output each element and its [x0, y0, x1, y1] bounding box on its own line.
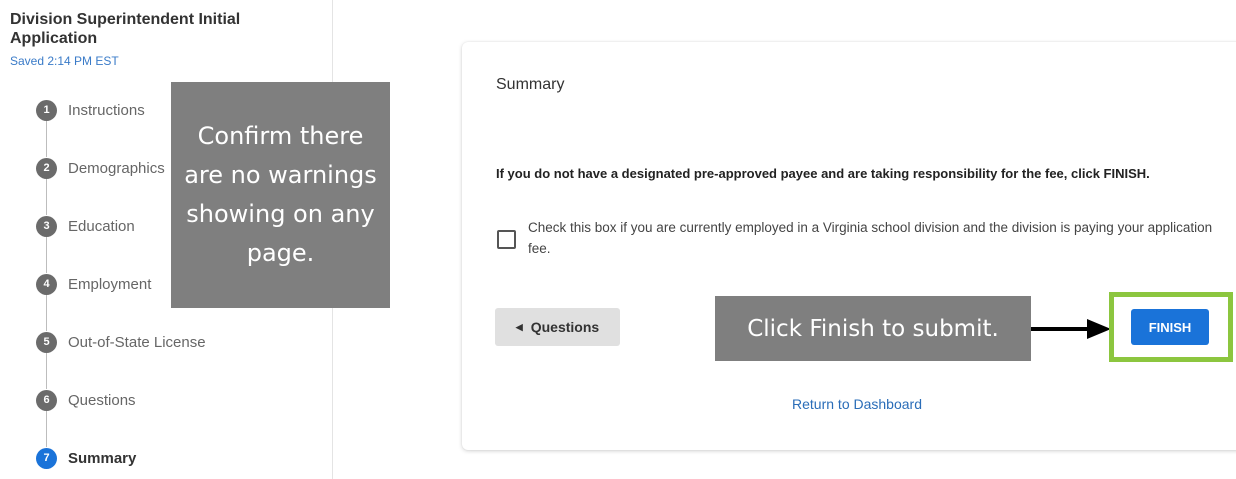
step-label: Employment	[68, 275, 152, 293]
back-to-questions-button[interactable]: ◀ Questions	[495, 308, 620, 346]
step-employment[interactable]: 4 Employment	[36, 273, 151, 295]
card-title: Summary	[496, 76, 565, 93]
instruction-callout-finish: Click Finish to submit.	[715, 296, 1031, 361]
instruction-callout-warnings: Confirm there are no warnings showing on…	[171, 82, 390, 308]
step-connector	[46, 353, 47, 389]
step-label: Out-of-State License	[68, 333, 206, 351]
step-connector	[46, 121, 47, 157]
step-number: 4	[36, 273, 57, 295]
summary-card: Summary If you do not have a designated …	[462, 42, 1236, 450]
step-connector	[46, 411, 47, 447]
step-number: 3	[36, 215, 57, 237]
step-out-of-state-license[interactable]: 5 Out-of-State License	[36, 331, 206, 353]
step-summary[interactable]: 7 Summary	[36, 447, 136, 469]
step-number: 7	[36, 447, 57, 469]
step-label: Instructions	[68, 101, 145, 119]
step-number: 6	[36, 389, 57, 411]
step-instructions[interactable]: 1 Instructions	[36, 99, 145, 121]
step-label: Summary	[68, 449, 137, 467]
step-connector	[46, 179, 47, 215]
step-education[interactable]: 3 Education	[36, 215, 135, 237]
step-label: Questions	[68, 391, 136, 409]
step-connector	[46, 237, 47, 273]
step-demographics[interactable]: 2 Demographics	[36, 157, 165, 179]
step-number: 2	[36, 157, 57, 179]
finish-button[interactable]: FINISH	[1131, 309, 1209, 345]
division-pays-checkbox[interactable]	[497, 230, 516, 249]
step-label: Education	[68, 217, 135, 235]
back-button-label: Questions	[530, 319, 600, 335]
step-number: 1	[36, 99, 57, 121]
step-number: 5	[36, 331, 57, 353]
step-questions[interactable]: 6 Questions	[36, 389, 136, 411]
saved-status: Saved 2:14 PM EST	[10, 54, 119, 68]
return-to-dashboard-link[interactable]: Return to Dashboard	[462, 396, 1236, 412]
application-title: Division Superintendent Initial Applicat…	[10, 11, 241, 47]
checkbox-label: Check this box if you are currently empl…	[528, 220, 1213, 256]
step-label: Demographics	[68, 159, 165, 177]
step-connector	[46, 295, 47, 331]
arrow-right-icon	[1031, 319, 1111, 339]
payee-notice: If you do not have a designated pre-appr…	[496, 166, 1150, 181]
caret-left-icon: ◀	[515, 321, 523, 332]
